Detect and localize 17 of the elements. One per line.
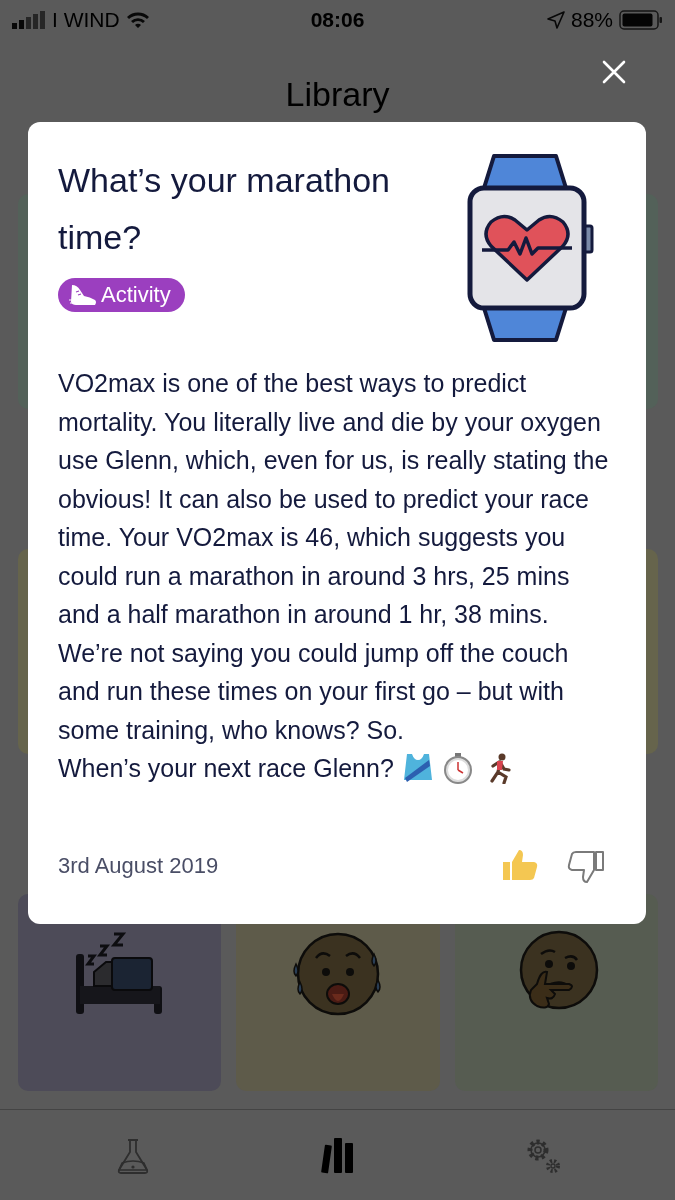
message-text: VO2max is one of the best ways to predict mortality. You literally live and die by your oxygen use Glenn, which, even for us, is really stating the obvious! It can also be used to predict your race time. Your VO2max is 46, which suggests you could run a marathon in around 3 hrs, 25 mins and a half marathon in around 1 hr, 38 mins. We’re not saying you could jump off the couch and run these times on your first go – but with some training, who knows? So. <box>58 368 610 746</box>
stopwatch-icon <box>441 752 474 785</box>
page-title: Library <box>285 75 390 112</box>
smartwatch-icon <box>466 152 596 344</box>
battery-percentage: 88% <box>570 7 613 32</box>
battery-icon <box>619 9 663 30</box>
location-icon <box>546 10 565 29</box>
question-text: When’s your next race Glenn? <box>58 753 394 784</box>
dialog-title: What’s your marathon time? <box>58 160 391 258</box>
sneaker-icon <box>68 282 98 308</box>
post-date: 3rd August 2019 <box>58 853 219 879</box>
wifi-icon <box>125 10 150 29</box>
category-tag: Activity <box>58 278 185 312</box>
clock-time: 08:06 <box>310 7 365 32</box>
carrier-name: I WIND <box>52 7 120 32</box>
signal-icon <box>12 10 46 29</box>
running-shirt-icon <box>401 752 434 785</box>
